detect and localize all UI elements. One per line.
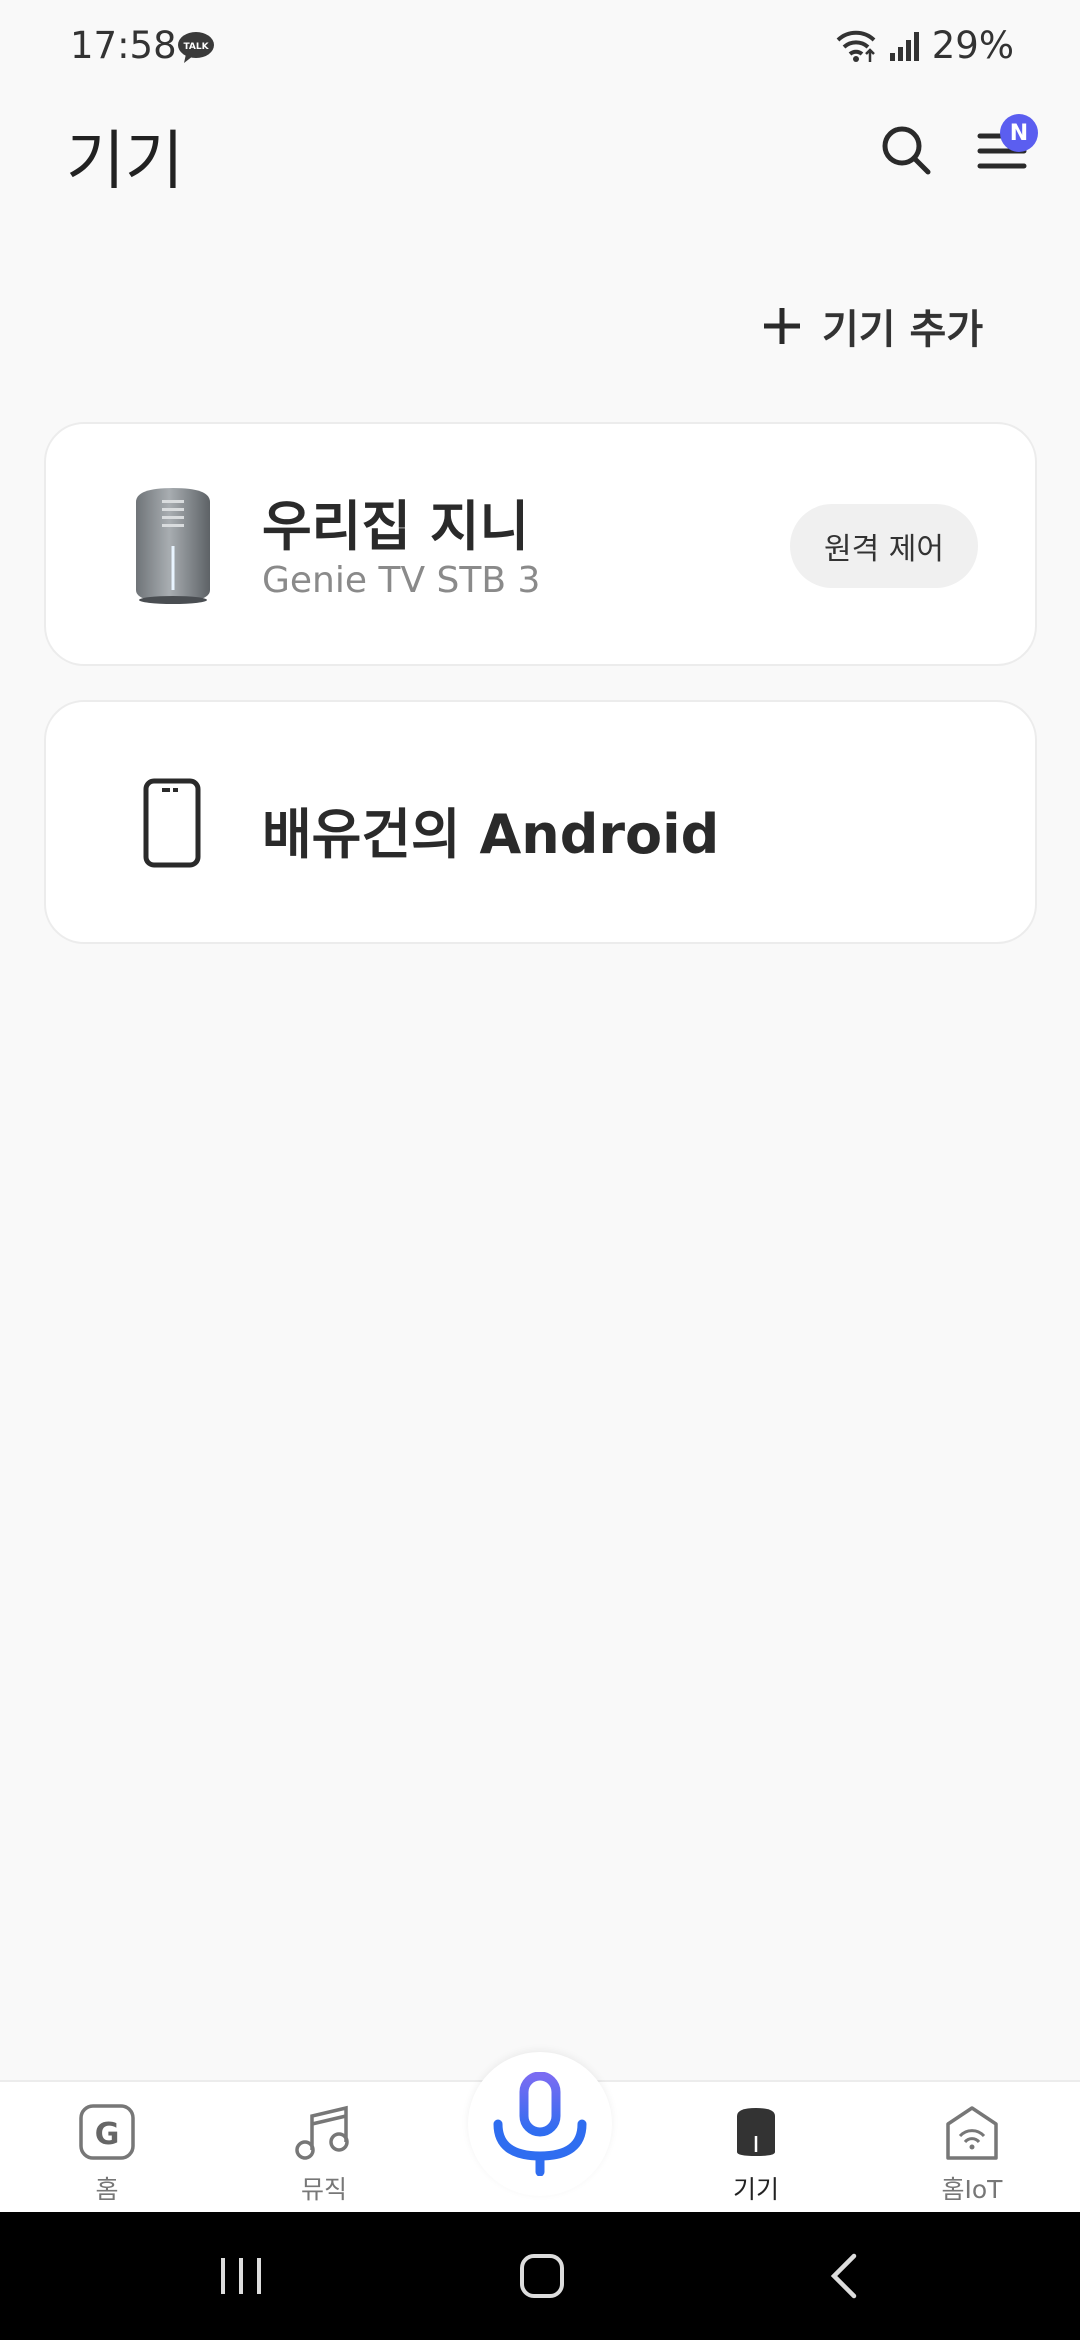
signal-icon: [889, 31, 919, 61]
device-name: 우리집 지니: [262, 495, 530, 558]
nav-label: 뮤직: [300, 2175, 347, 2204]
voice-mic-button[interactable]: [468, 2052, 612, 2196]
nav-label: 기기: [732, 2175, 779, 2204]
status-bar: 17:58 TALK 29%: [0, 0, 1080, 96]
nav-item-home[interactable]: G 홈: [47, 2102, 167, 2212]
music-note-icon: [295, 2105, 349, 2160]
nav-label: 홈IoT: [941, 2175, 1003, 2204]
speaker-icon: [136, 488, 210, 604]
device-card-android[interactable]: 배유건의 Android: [44, 700, 1037, 944]
plus-icon: [764, 308, 800, 344]
phone-icon: [143, 778, 201, 868]
back-icon[interactable]: [818, 2248, 874, 2304]
add-device-label: 기기 추가: [822, 307, 984, 353]
page-title: 기기: [66, 125, 184, 199]
device-card-genie[interactable]: 우리집 지니 Genie TV STB 3 원격 제어: [44, 422, 1037, 666]
system-navigation-bar: [0, 2212, 1080, 2340]
add-device-button[interactable]: 기기 추가: [762, 296, 983, 356]
svg-text:G: G: [95, 2117, 120, 2152]
nav-item-home-iot[interactable]: 홈IoT: [912, 2102, 1032, 2212]
nav-item-music[interactable]: 뮤직: [264, 2102, 384, 2212]
svg-text:TALK: TALK: [183, 42, 209, 52]
device-model: Genie TV STB 3: [262, 560, 541, 601]
device-icon: [737, 2108, 775, 2156]
wifi-icon: [836, 30, 876, 62]
status-time: 17:58: [70, 24, 177, 67]
home-button-icon[interactable]: [514, 2248, 570, 2304]
g-home-icon: G: [79, 2104, 135, 2160]
remote-control-button[interactable]: 원격 제어: [790, 504, 978, 588]
notification-badge: N: [1000, 114, 1038, 152]
search-icon[interactable]: [876, 120, 936, 180]
nav-item-device[interactable]: 기기: [696, 2102, 816, 2212]
kakao-talk-icon: TALK: [178, 32, 214, 63]
device-name: 배유건의 Android: [262, 803, 720, 866]
mic-icon: [493, 2072, 587, 2176]
recent-apps-icon[interactable]: [213, 2248, 269, 2304]
nav-label: 홈: [95, 2175, 119, 2204]
battery-level: 29%: [931, 24, 1014, 67]
home-iot-icon: [946, 2106, 998, 2160]
